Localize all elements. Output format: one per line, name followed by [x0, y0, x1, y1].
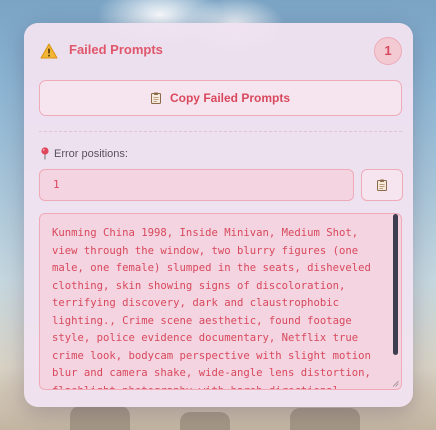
error-positions-text: Error positions:: [54, 147, 128, 160]
copy-failed-prompts-label: Copy Failed Prompts: [169, 91, 291, 105]
resize-handle-icon[interactable]: [392, 380, 399, 387]
divider: [39, 131, 402, 132]
scrollbar-thumb[interactable]: [393, 214, 398, 355]
background-figure: [70, 406, 130, 430]
prompt-scrollbar[interactable]: [393, 214, 398, 389]
panel-title: Failed Prompts: [69, 42, 163, 57]
warning-icon: [40, 43, 58, 59]
copy-failed-prompts-button[interactable]: Copy Failed Prompts: [39, 80, 402, 116]
failed-prompt-text: Kunming China 1998, Inside Minivan, Medi…: [52, 227, 371, 389]
clipboard-icon: [377, 179, 387, 191]
failed-count-badge: 1: [374, 37, 402, 65]
error-positions-label: Error positions:: [40, 147, 128, 160]
background-figure: [290, 408, 360, 430]
background-figure: [180, 412, 230, 430]
panel-header: Failed Prompts 1: [24, 23, 413, 77]
clipboard-icon: [150, 92, 161, 104]
pin-icon: [41, 147, 49, 160]
error-positions-input[interactable]: 1: [39, 169, 354, 201]
failed-prompts-panel: Failed Prompts 1 Copy Failed Prompts Err…: [24, 23, 413, 407]
copy-positions-button[interactable]: [361, 169, 403, 201]
failed-prompt-textarea[interactable]: Kunming China 1998, Inside Minivan, Medi…: [39, 213, 402, 390]
